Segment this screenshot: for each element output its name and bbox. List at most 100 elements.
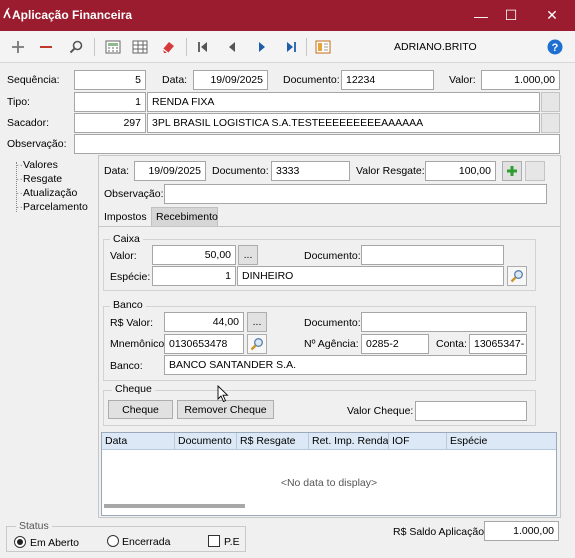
especie-name-field[interactable]: DINHEIRO [237, 266, 504, 286]
cheque-title: Cheque [112, 383, 155, 395]
grid-button[interactable] [128, 35, 152, 59]
sacador-code-field[interactable]: 297 [74, 113, 146, 133]
sacador-lookup-button[interactable] [541, 113, 560, 133]
remove-button[interactable] [34, 35, 58, 59]
documento-field[interactable]: 12234 [341, 70, 434, 90]
caixa-valor-label: Valor: [110, 250, 137, 262]
tipo-name-field[interactable]: RENDA FIXA [147, 92, 540, 112]
magnifier-icon [250, 338, 263, 351]
banco-valor-field[interactable]: 44,00 [164, 312, 244, 332]
grid-column-especie[interactable]: Espécie [447, 433, 556, 450]
tree-item-atualizacao[interactable]: ··Atualização [16, 187, 77, 199]
calculator-button[interactable] [101, 35, 125, 59]
sacador-name-field[interactable]: 3PL BRASIL LOGISTICA S.A.TESTEEEEEEEEEAA… [147, 113, 540, 133]
maximize-button[interactable]: ☐ [492, 0, 530, 31]
grid-column-iof[interactable]: IOF [389, 433, 447, 450]
cheque-button[interactable]: Cheque [108, 400, 173, 419]
valor-label: Valor: [449, 74, 476, 86]
grid-column-ret-imp-renda[interactable]: Ret. Imp. Renda [309, 433, 389, 450]
tree-item-resgate[interactable]: ··Resgate [16, 173, 62, 185]
current-user: ADRIANO.BRITO [394, 41, 477, 53]
search-button[interactable] [64, 35, 88, 59]
valor-cheque-field[interactable] [415, 401, 527, 421]
radio-em-aberto[interactable] [14, 536, 26, 548]
grid-header: Data Documento R$ Resgate Ret. Imp. Rend… [102, 433, 556, 450]
especie-search-button[interactable] [507, 266, 527, 286]
observacao-field[interactable] [74, 134, 560, 154]
previous-record-button[interactable] [220, 35, 244, 59]
mnemonico-search-button[interactable] [247, 334, 267, 354]
help-icon: ? [547, 39, 563, 55]
radio-encerrada[interactable] [107, 535, 119, 547]
data-field[interactable]: 19/09/2025 [193, 70, 268, 90]
grid-column-resgate[interactable]: R$ Resgate [237, 433, 309, 450]
tab-recebimento[interactable]: Recebimento [151, 207, 218, 226]
especie-label: Espécie: [110, 271, 151, 283]
first-record-button[interactable] [191, 35, 215, 59]
valor-resgate-field[interactable]: 100,00 [425, 161, 496, 181]
banco-name-label: Banco: [110, 360, 143, 372]
plus-icon [12, 41, 24, 53]
maximize-icon: ☐ [504, 7, 518, 23]
pe-label: P.E [224, 536, 240, 548]
agencia-field[interactable]: 0285-2 [361, 334, 429, 354]
help-button[interactable]: ? [543, 35, 567, 59]
magnifier-icon [510, 270, 523, 283]
eraser-icon [162, 42, 174, 54]
last-record-button[interactable] [279, 35, 303, 59]
saldo-field[interactable]: 1.000,00 [484, 521, 559, 541]
conta-field[interactable]: 13065347- [469, 334, 527, 354]
grid-column-documento[interactable]: Documento [175, 433, 237, 450]
close-button[interactable]: ✕ [533, 0, 571, 31]
mnemonico-field[interactable]: 0130653478 [164, 334, 244, 354]
resgate-data-label: Data: [104, 165, 130, 177]
title-bar: Aplicação Financeira — ☐ ✕ [0, 0, 575, 31]
valor-cheque-label: Valor Cheque: [347, 405, 414, 417]
tipo-lookup-button[interactable] [541, 92, 560, 112]
add-button[interactable] [6, 35, 30, 59]
report-icon [315, 40, 331, 54]
banco-documento-field[interactable] [361, 312, 527, 332]
resgate-observacao-label: Observação: [104, 188, 164, 200]
tab-divider [99, 226, 560, 227]
banco-title: Banco [110, 299, 146, 311]
tree-item-parcelamento[interactable]: ··Parcelamento [16, 201, 88, 213]
toolbar: ADRIANO.BRITO ? [0, 31, 575, 63]
agencia-label: Nº Agência: [304, 338, 359, 350]
pe-checkbox[interactable] [208, 535, 220, 547]
caixa-valor-field[interactable]: 50,00 [152, 245, 236, 265]
caixa-documento-field[interactable] [361, 245, 504, 265]
valor-field[interactable]: 1.000,00 [481, 70, 560, 90]
toolbar-separator [306, 38, 307, 56]
report-button[interactable] [311, 35, 335, 59]
minimize-icon: — [474, 7, 488, 24]
resgate-documento-field[interactable]: 3333 [271, 161, 350, 181]
tipo-code-field[interactable]: 1 [74, 92, 146, 112]
add-resgate-button[interactable] [502, 161, 522, 181]
resgate-extra-button[interactable] [525, 161, 545, 181]
sequencia-field[interactable]: 5 [74, 70, 146, 90]
observacao-label: Observação: [7, 138, 67, 150]
resgate-data-field[interactable]: 19/09/2025 [134, 161, 206, 181]
tree-item-valores[interactable]: ··Valores [16, 159, 58, 171]
clear-button[interactable] [156, 35, 180, 59]
caixa-documento-label: Documento: [304, 250, 361, 262]
resgate-observacao-field[interactable] [164, 184, 547, 204]
navigation-tree: ··Valores ··Resgate ··Atualização ··Parc… [6, 156, 98, 518]
especie-code-field[interactable]: 1 [152, 266, 236, 286]
search-icon [69, 40, 83, 54]
tab-impostos[interactable]: Impostos [101, 208, 150, 226]
caixa-valor-ellipsis-button[interactable]: ... [238, 245, 258, 265]
documento-label: Documento: [283, 74, 340, 86]
banco-name-field[interactable]: BANCO SANTANDER S.A. [164, 355, 527, 375]
banco-valor-ellipsis-button[interactable]: ... [247, 312, 267, 332]
status-title: Status [16, 520, 52, 532]
grid-column-data[interactable]: Data [102, 433, 175, 450]
table-icon [132, 40, 148, 54]
sequencia-label: Sequência: [7, 74, 60, 86]
grid-horizontal-scrollbar[interactable] [104, 504, 245, 508]
valor-resgate-label: Valor Resgate: [356, 165, 425, 177]
next-record-button[interactable] [250, 35, 274, 59]
mouse-cursor-icon [217, 385, 229, 403]
caixa-title: Caixa [110, 233, 143, 245]
